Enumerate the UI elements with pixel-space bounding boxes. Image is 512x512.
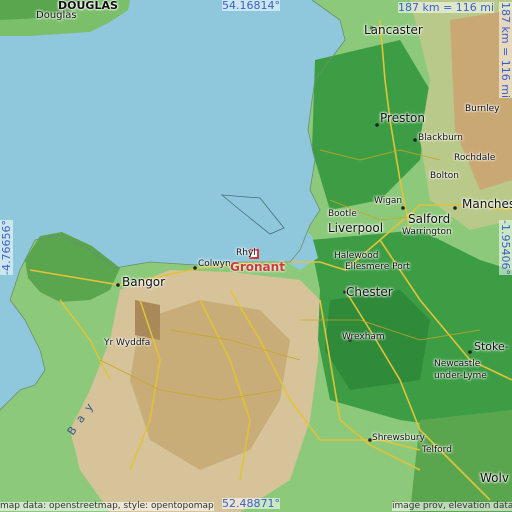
bottom-latitude-label: 52.48871° [222, 497, 280, 510]
place-douglas: Douglas [36, 10, 77, 21]
place-bolton: Bolton [430, 171, 459, 181]
left-longitude-label: -4.76656° [0, 220, 13, 275]
place-under-lyme: under-Lyme [434, 371, 487, 381]
place-rhyl: Rhyl [236, 248, 256, 258]
place-bangor: Bangor [122, 275, 166, 289]
place-preston: Preston [380, 111, 425, 125]
place-wolverhampton: Wolv [480, 471, 509, 485]
place-bootle: Bootle [328, 209, 357, 219]
place-telford: Telford [422, 445, 452, 455]
attribution-left: map data: openstreetmap, style: opentopo… [0, 501, 214, 511]
place-ellesmere-port: Ellesmere Port [345, 262, 410, 272]
place-wigan: Wigan [374, 196, 403, 206]
place-chester: Chester [346, 285, 393, 299]
right-longitude-label: -1.95406° [499, 220, 512, 275]
place-wrexham: Wrexham [342, 332, 385, 342]
map-canvas[interactable]: 54.16814° 52.48871° -4.76656° -1.95406° … [0, 0, 512, 512]
place-newcastle: Newcastle [434, 359, 481, 369]
place-colwyn-bay: Colwyn [198, 259, 231, 269]
place-blackburn: Blackburn [418, 133, 464, 143]
target-place-label: Gronant [230, 260, 285, 274]
place-warrington: Warrington [402, 227, 452, 237]
place-yr-wyddfa: Yr Wyddfa [104, 338, 151, 348]
place-rochdale: Rochdale [454, 153, 496, 163]
top-latitude-label: 54.16814° [222, 0, 280, 12]
place-manchester: Manchester [462, 197, 512, 211]
scale-label-right: 187 km = 116 mi [499, 2, 512, 99]
place-halewood: Halewood [334, 251, 379, 261]
place-shrewsbury: Shrewsbury [372, 433, 425, 443]
scale-label-top: 187 km = 116 mi [398, 1, 495, 14]
place-lancaster: Lancaster [364, 23, 423, 37]
attribution-right: image prov, elevation data [392, 501, 512, 511]
place-salford: Salford [408, 212, 451, 226]
place-stoke: Stoke- [474, 340, 509, 353]
place-burnley: Burnley [465, 104, 500, 114]
place-liverpool: Liverpool [328, 221, 384, 235]
